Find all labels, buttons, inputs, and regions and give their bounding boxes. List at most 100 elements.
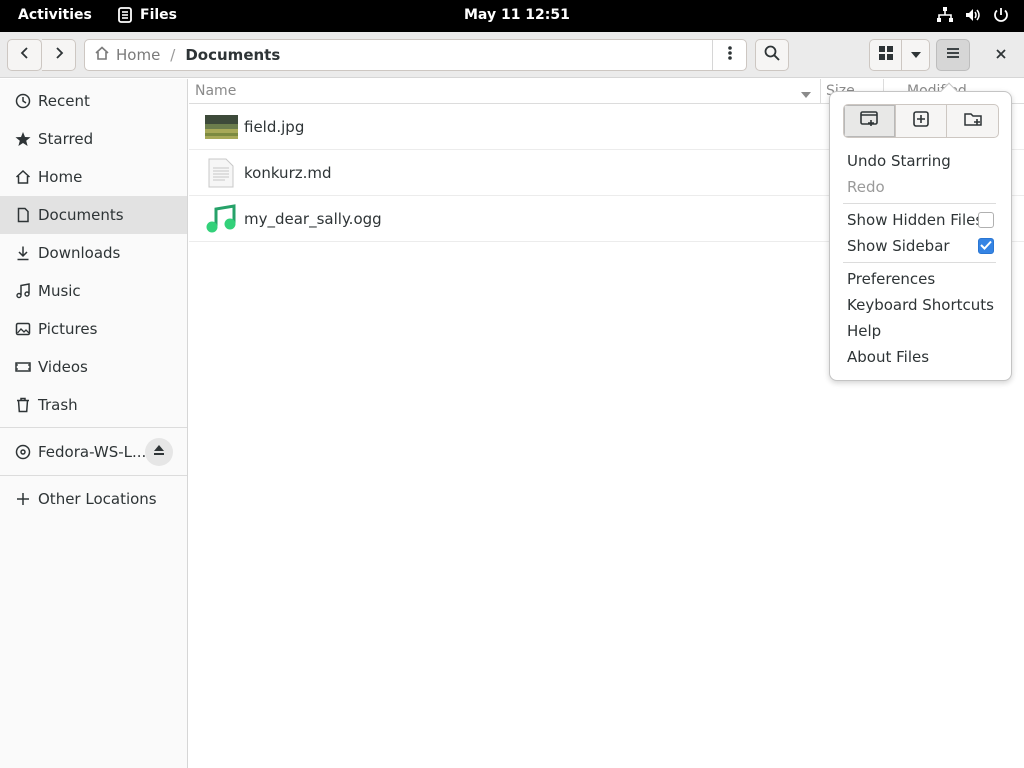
sidebar-item-label: Home: [38, 168, 83, 186]
show-hidden-files-item[interactable]: Show Hidden Files: [847, 211, 983, 229]
forward-button[interactable]: [42, 39, 76, 71]
show-hidden-files-checkbox[interactable]: [978, 212, 994, 228]
new-window-button[interactable]: [844, 105, 896, 137]
volume-icon: [964, 6, 982, 24]
pictures-icon: [14, 320, 32, 338]
sidebar-divider: [0, 475, 187, 476]
audio-file-icon: [204, 202, 238, 236]
sidebar-item-label: Starred: [38, 130, 94, 148]
menu-divider: [843, 203, 996, 204]
search-icon: [764, 45, 780, 65]
file-name: field.jpg: [244, 117, 305, 136]
plus-icon: [14, 490, 32, 508]
new-tab-button[interactable]: [896, 105, 948, 137]
sidebar-item-label: Pictures: [38, 320, 98, 338]
path-bar: Home / Documents: [84, 39, 747, 71]
sidebar-item-label: Fedora-WS-L...: [38, 443, 147, 461]
chevron-down-icon: [910, 47, 922, 63]
sort-down-icon[interactable]: [800, 87, 812, 103]
vertical-dots-icon: [727, 45, 732, 65]
sidebar-item-other-locations[interactable]: Other Locations: [0, 480, 187, 518]
top-bar: Activities Files May 11 12:51: [0, 0, 1024, 32]
sidebar-item-recent[interactable]: Recent: [0, 82, 187, 120]
breadcrumb-home-label: Home: [116, 46, 161, 64]
eject-icon: [153, 444, 165, 460]
new-folder-icon: [963, 111, 982, 131]
sidebar-item-documents[interactable]: Documents: [0, 196, 187, 234]
sidebar: Recent Starred Home Documents Downloads …: [0, 79, 188, 768]
sidebar-item-trash[interactable]: Trash: [0, 386, 187, 424]
menu-divider: [843, 262, 996, 263]
chevron-left-icon: [19, 46, 31, 64]
sidebar-item-starred[interactable]: Starred: [0, 120, 187, 158]
clock-icon: [14, 92, 32, 110]
column-divider: [820, 79, 821, 104]
music-icon: [14, 282, 32, 300]
sidebar-item-label: Trash: [38, 396, 78, 414]
files-app-icon: [118, 7, 132, 23]
show-sidebar-checkbox[interactable]: [978, 238, 994, 254]
close-icon: [996, 47, 1006, 63]
home-icon: [14, 168, 32, 186]
main-menu-popover: Undo Starring Redo Show Hidden Files Sho…: [829, 82, 1012, 381]
sidebar-item-home[interactable]: Home: [0, 158, 187, 196]
breadcrumb-current[interactable]: Documents: [185, 46, 280, 64]
power-icon: [992, 6, 1010, 24]
eject-button[interactable]: [145, 438, 173, 466]
sidebar-item-label: Documents: [38, 206, 124, 224]
undo-menu-item[interactable]: Undo Starring: [847, 152, 951, 170]
trash-icon: [14, 396, 32, 414]
file-name: konkurz.md: [244, 163, 332, 182]
show-sidebar-item[interactable]: Show Sidebar: [847, 237, 950, 255]
home-icon: [94, 45, 110, 65]
videos-icon: [14, 358, 32, 376]
app-menu-label: Files: [140, 7, 177, 23]
new-tab-icon: [913, 111, 929, 131]
grid-icon: [878, 46, 893, 64]
new-window-icon: [860, 111, 879, 131]
back-button[interactable]: [7, 39, 42, 71]
grid-view-button[interactable]: [869, 39, 902, 71]
sidebar-item-label: Videos: [38, 358, 88, 376]
file-name: my_dear_sally.ogg: [244, 209, 382, 228]
chevron-right-icon: [53, 46, 65, 64]
sidebar-item-videos[interactable]: Videos: [0, 348, 187, 386]
preferences-menu-item[interactable]: Preferences: [847, 270, 935, 288]
sidebar-item-label: Music: [38, 282, 81, 300]
keyboard-shortcuts-menu-item[interactable]: Keyboard Shortcuts: [847, 296, 994, 314]
text-file-icon: [204, 156, 238, 190]
sidebar-item-label: Downloads: [38, 244, 121, 262]
about-menu-item[interactable]: About Files: [847, 348, 929, 366]
close-window-button[interactable]: [984, 39, 1018, 71]
network-icon: [936, 6, 954, 24]
checkmark-icon: [980, 238, 992, 254]
help-menu-item[interactable]: Help: [847, 322, 881, 340]
app-menu[interactable]: Files: [118, 7, 177, 23]
path-menu-button[interactable]: [712, 40, 746, 70]
download-icon: [14, 244, 32, 262]
sidebar-item-label: Recent: [38, 92, 90, 110]
system-tray[interactable]: [936, 6, 1010, 24]
document-icon: [14, 206, 32, 224]
header-bar: Home / Documents: [0, 32, 1024, 78]
sidebar-item-downloads[interactable]: Downloads: [0, 234, 187, 272]
hamburger-icon: [946, 47, 960, 63]
disc-icon: [14, 443, 32, 461]
sidebar-item-pictures[interactable]: Pictures: [0, 310, 187, 348]
breadcrumb-home[interactable]: Home: [94, 45, 160, 65]
new-folder-button[interactable]: [947, 105, 998, 137]
redo-menu-item[interactable]: Redo: [847, 178, 885, 196]
breadcrumb-separator: /: [170, 46, 176, 64]
activities-button[interactable]: Activities: [18, 7, 92, 23]
search-button[interactable]: [755, 39, 789, 71]
view-options-button[interactable]: [902, 39, 930, 71]
sidebar-item-label: Other Locations: [38, 490, 157, 508]
star-icon: [14, 130, 32, 148]
clock[interactable]: May 11 12:51: [464, 7, 570, 23]
sidebar-item-music[interactable]: Music: [0, 272, 187, 310]
new-actions-group: [843, 104, 999, 138]
main-menu-button[interactable]: [936, 39, 970, 71]
column-name[interactable]: Name: [195, 83, 236, 99]
image-thumbnail-icon: [204, 110, 238, 144]
sidebar-divider: [0, 427, 187, 428]
